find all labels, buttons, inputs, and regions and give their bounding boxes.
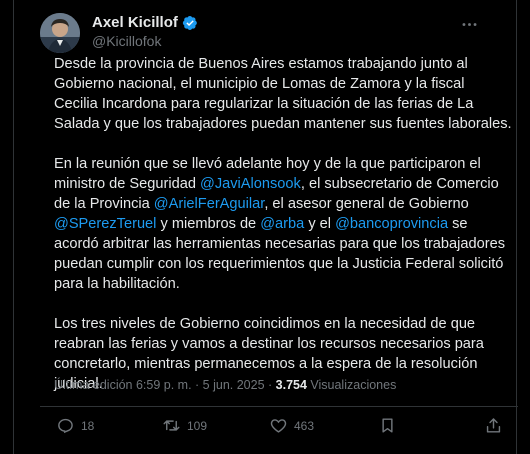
text-segment: y miembros de xyxy=(156,216,261,232)
like-count: 463 xyxy=(294,418,315,433)
paragraph-2: En la reunión que se llevó adelante hoy … xyxy=(54,154,512,294)
tweet-card: Axel Kicillof @Kicillofok Desde la provi… xyxy=(13,0,518,454)
mention-link[interactable]: @ArielFerAguilar xyxy=(154,196,265,212)
bookmark-icon xyxy=(382,418,393,433)
reply-count: 18 xyxy=(81,418,95,433)
text-segment: y el xyxy=(304,216,336,232)
edited-timestamp[interactable]: Última edición 6:59 p. m. · 5 jun. 2025 … xyxy=(54,378,276,392)
more-options-icon[interactable] xyxy=(456,11,482,37)
text-segment: , el asesor general de Gobierno xyxy=(264,196,469,212)
bookmark-button[interactable] xyxy=(378,416,397,435)
author-handle[interactable]: @Kicillofok xyxy=(92,33,161,49)
mention-link[interactable]: @JaviAlonsook xyxy=(200,176,301,192)
reply-button[interactable]: 18 xyxy=(56,416,94,435)
share-icon xyxy=(486,418,501,433)
reply-icon xyxy=(58,418,73,434)
divider xyxy=(40,406,518,407)
display-name[interactable]: Axel Kicillof xyxy=(92,14,178,31)
verified-badge-icon xyxy=(182,15,197,30)
mention-link[interactable]: @bancoprovincia xyxy=(335,216,448,232)
like-button[interactable]: 463 xyxy=(269,416,314,435)
tweet-meta: Última edición 6:59 p. m. · 5 jun. 2025 … xyxy=(54,378,514,392)
action-bar: 18 109 463 xyxy=(54,416,512,438)
repost-icon xyxy=(163,420,180,431)
avatar[interactable] xyxy=(40,13,80,53)
repost-count: 109 xyxy=(187,418,208,433)
like-icon xyxy=(270,419,287,433)
views-count: 3.754 xyxy=(275,378,307,392)
author-name-row: Axel Kicillof xyxy=(92,14,198,31)
views-label: Visualizaciones xyxy=(306,378,397,392)
mention-link[interactable]: @arba xyxy=(260,216,304,232)
paragraph-1: Desde la provincia de Buenos Aires estam… xyxy=(54,56,512,132)
tweet-text: Desde la provincia de Buenos Aires estam… xyxy=(54,54,512,414)
mention-link[interactable]: @SPerezTeruel xyxy=(54,216,156,232)
repost-button[interactable]: 109 xyxy=(162,416,207,435)
share-button[interactable] xyxy=(484,416,503,435)
